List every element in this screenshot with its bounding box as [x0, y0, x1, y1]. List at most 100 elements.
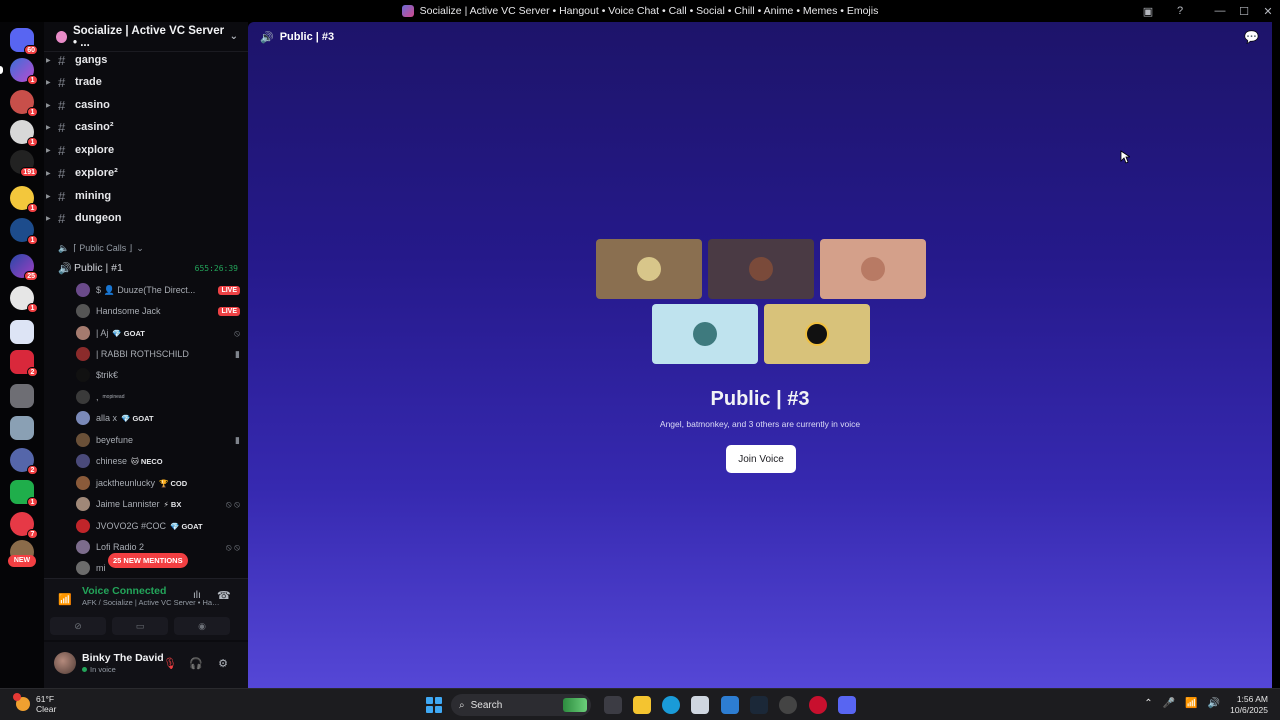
steam-icon[interactable]: [750, 696, 768, 714]
start-button[interactable]: [426, 697, 442, 713]
server-icon[interactable]: [10, 384, 34, 408]
server-icon[interactable]: 25: [10, 254, 38, 281]
server-icon[interactable]: 2: [10, 448, 38, 475]
screen-share-button[interactable]: ▭: [112, 617, 168, 635]
minimize-icon[interactable]: —: [1208, 0, 1232, 22]
clock[interactable]: 1:56 AM 10/6/2025: [1230, 694, 1268, 716]
participant-tile[interactable]: [820, 239, 926, 299]
inbox-icon[interactable]: ▣: [1140, 3, 1156, 19]
microphone-icon[interactable]: 🎤: [1163, 698, 1175, 709]
participant-tile[interactable]: [764, 304, 870, 364]
wifi-icon[interactable]: 📶: [1185, 698, 1197, 709]
channel-mining[interactable]: ▶ # mining: [44, 186, 248, 206]
channel-casino[interactable]: ▶ # casino: [44, 95, 248, 115]
voice-user[interactable]: $ 👤 Duuze(The Direct... LIVE: [76, 280, 240, 300]
volume-icon[interactable]: 🔊: [1208, 698, 1220, 709]
join-voice-button[interactable]: Join Voice: [726, 445, 796, 473]
server-icon[interactable]: 191: [10, 150, 38, 177]
participant-tile[interactable]: [652, 304, 758, 364]
app-icon[interactable]: [779, 696, 797, 714]
channel-dungeon[interactable]: ▶ # dungeon: [44, 208, 248, 228]
server-icon[interactable]: 7: [10, 512, 38, 539]
hash-icon: #: [58, 74, 66, 90]
weather-text: 61°F Clear: [36, 694, 56, 714]
channel-casino2[interactable]: ▶ # casino²: [44, 117, 248, 137]
participant-tile[interactable]: [708, 239, 814, 299]
voice-user[interactable]: chinese 🐱 NECO: [76, 451, 240, 471]
voice-channel-public-1[interactable]: 🔊 Public | #1 655:26:39: [58, 261, 238, 275]
channel-explore[interactable]: ▶ # explore: [44, 140, 248, 160]
home-button[interactable]: 60: [10, 28, 38, 55]
voice-user[interactable]: | RABBI ROTHSCHILD ▮: [76, 344, 240, 364]
notepad-icon[interactable]: [721, 696, 739, 714]
voice-user[interactable]: alla x 💎 GOAT: [76, 408, 240, 428]
voice-user[interactable]: jacktheunlucky 🏆 COD: [76, 473, 240, 493]
noise-suppression-icon[interactable]: ılı: [193, 590, 201, 601]
avatar[interactable]: [54, 652, 76, 674]
category-public-calls[interactable]: 🔈 ⌈ Public Calls ⌋ ⌄: [58, 243, 144, 254]
server-icon[interactable]: [10, 320, 34, 344]
task-view-icon[interactable]: [604, 696, 622, 714]
camera-button[interactable]: ⊘: [50, 617, 106, 635]
voice-user[interactable]: , mopinead: [76, 387, 240, 407]
file-explorer-icon[interactable]: [633, 696, 651, 714]
voice-user-name: ,: [96, 392, 99, 402]
user-status: In voice: [82, 665, 116, 674]
maximize-icon[interactable]: ☐: [1232, 0, 1256, 22]
voice-user[interactable]: $trik€: [76, 365, 240, 385]
close-icon[interactable]: ✕: [1256, 0, 1280, 22]
server-icon[interactable]: 1: [10, 186, 38, 213]
voice-user[interactable]: JVOVO2G #COC 💎 GOAT: [76, 516, 240, 536]
voice-location[interactable]: AFK / Socialize | Active VC Server • Han…: [82, 598, 222, 607]
disconnect-icon[interactable]: ☎: [217, 589, 231, 602]
avatar: [749, 257, 773, 281]
avatar: [76, 519, 90, 533]
edge-icon[interactable]: [662, 696, 680, 714]
voice-user[interactable]: Jaime Lannister ⚡ BX ⦸ ⦸: [76, 494, 240, 514]
channel-gangs[interactable]: ▶ # gangs: [44, 50, 248, 70]
unread-badge: 2: [27, 367, 38, 377]
weather-widget[interactable]: 61°F Clear: [13, 693, 56, 714]
server-icon[interactable]: 2: [10, 350, 38, 377]
channel-explore2[interactable]: ▶ # explore²: [44, 163, 248, 183]
server-header[interactable]: Socialize | Active VC Server • ... ⌄: [44, 22, 248, 52]
server-icon[interactable]: 1: [10, 90, 38, 117]
server-icon: [401, 5, 414, 17]
app-icon[interactable]: [691, 696, 709, 714]
username[interactable]: Binky The David: [82, 652, 164, 664]
expand-arrow-icon: ▶: [46, 147, 51, 154]
channel-trade[interactable]: ▶ # trade: [44, 72, 248, 92]
user-tag: 💎 GOAT: [121, 413, 154, 423]
voice-user[interactable]: Handsome Jack LIVE: [76, 301, 240, 321]
unread-badge: 1: [27, 203, 38, 213]
server-icon[interactable]: 1: [10, 480, 38, 507]
discord-icon[interactable]: [838, 696, 856, 714]
voice-user-name: $trik€: [96, 370, 119, 380]
server-icon[interactable]: 1: [10, 286, 38, 313]
server-icon[interactable]: [10, 416, 34, 440]
activities-button[interactable]: ◉: [174, 617, 230, 635]
voice-user-name: beyefune: [96, 435, 134, 445]
server-icon-socialize[interactable]: 1: [0, 58, 38, 85]
mic-muted-icon[interactable]: 🎙: [162, 655, 178, 671]
gear-icon[interactable]: ⚙: [215, 655, 231, 671]
participant-tile[interactable]: [596, 239, 702, 299]
expand-arrow-icon: ▶: [46, 215, 51, 222]
voice-user[interactable]: beyefune ▮: [76, 430, 240, 450]
unread-badge: 1: [27, 137, 38, 147]
server-name: Socialize | Active VC Server • ...: [72, 24, 225, 49]
server-icon[interactable]: 1: [10, 218, 38, 245]
opera-icon[interactable]: [809, 696, 827, 714]
chevron-down-icon: ⌄: [136, 243, 144, 253]
voice-status[interactable]: Voice Connected: [82, 585, 166, 597]
chevron-up-icon[interactable]: ⌃: [1144, 698, 1152, 709]
help-icon[interactable]: ?: [1172, 3, 1188, 19]
new-badge[interactable]: NEW: [8, 555, 36, 567]
server-icon[interactable]: 1: [10, 120, 38, 147]
signal-icon[interactable]: 📶: [58, 593, 72, 606]
headphones-icon[interactable]: 🎧: [188, 655, 204, 671]
new-mentions-button[interactable]: 25 NEW MENTIONS: [108, 553, 188, 568]
voice-user[interactable]: | Aj 💎 GOAT ⦸: [76, 323, 240, 343]
taskbar-search[interactable]: ⌕ Search: [451, 694, 591, 716]
unread-badge: 1: [27, 235, 38, 245]
